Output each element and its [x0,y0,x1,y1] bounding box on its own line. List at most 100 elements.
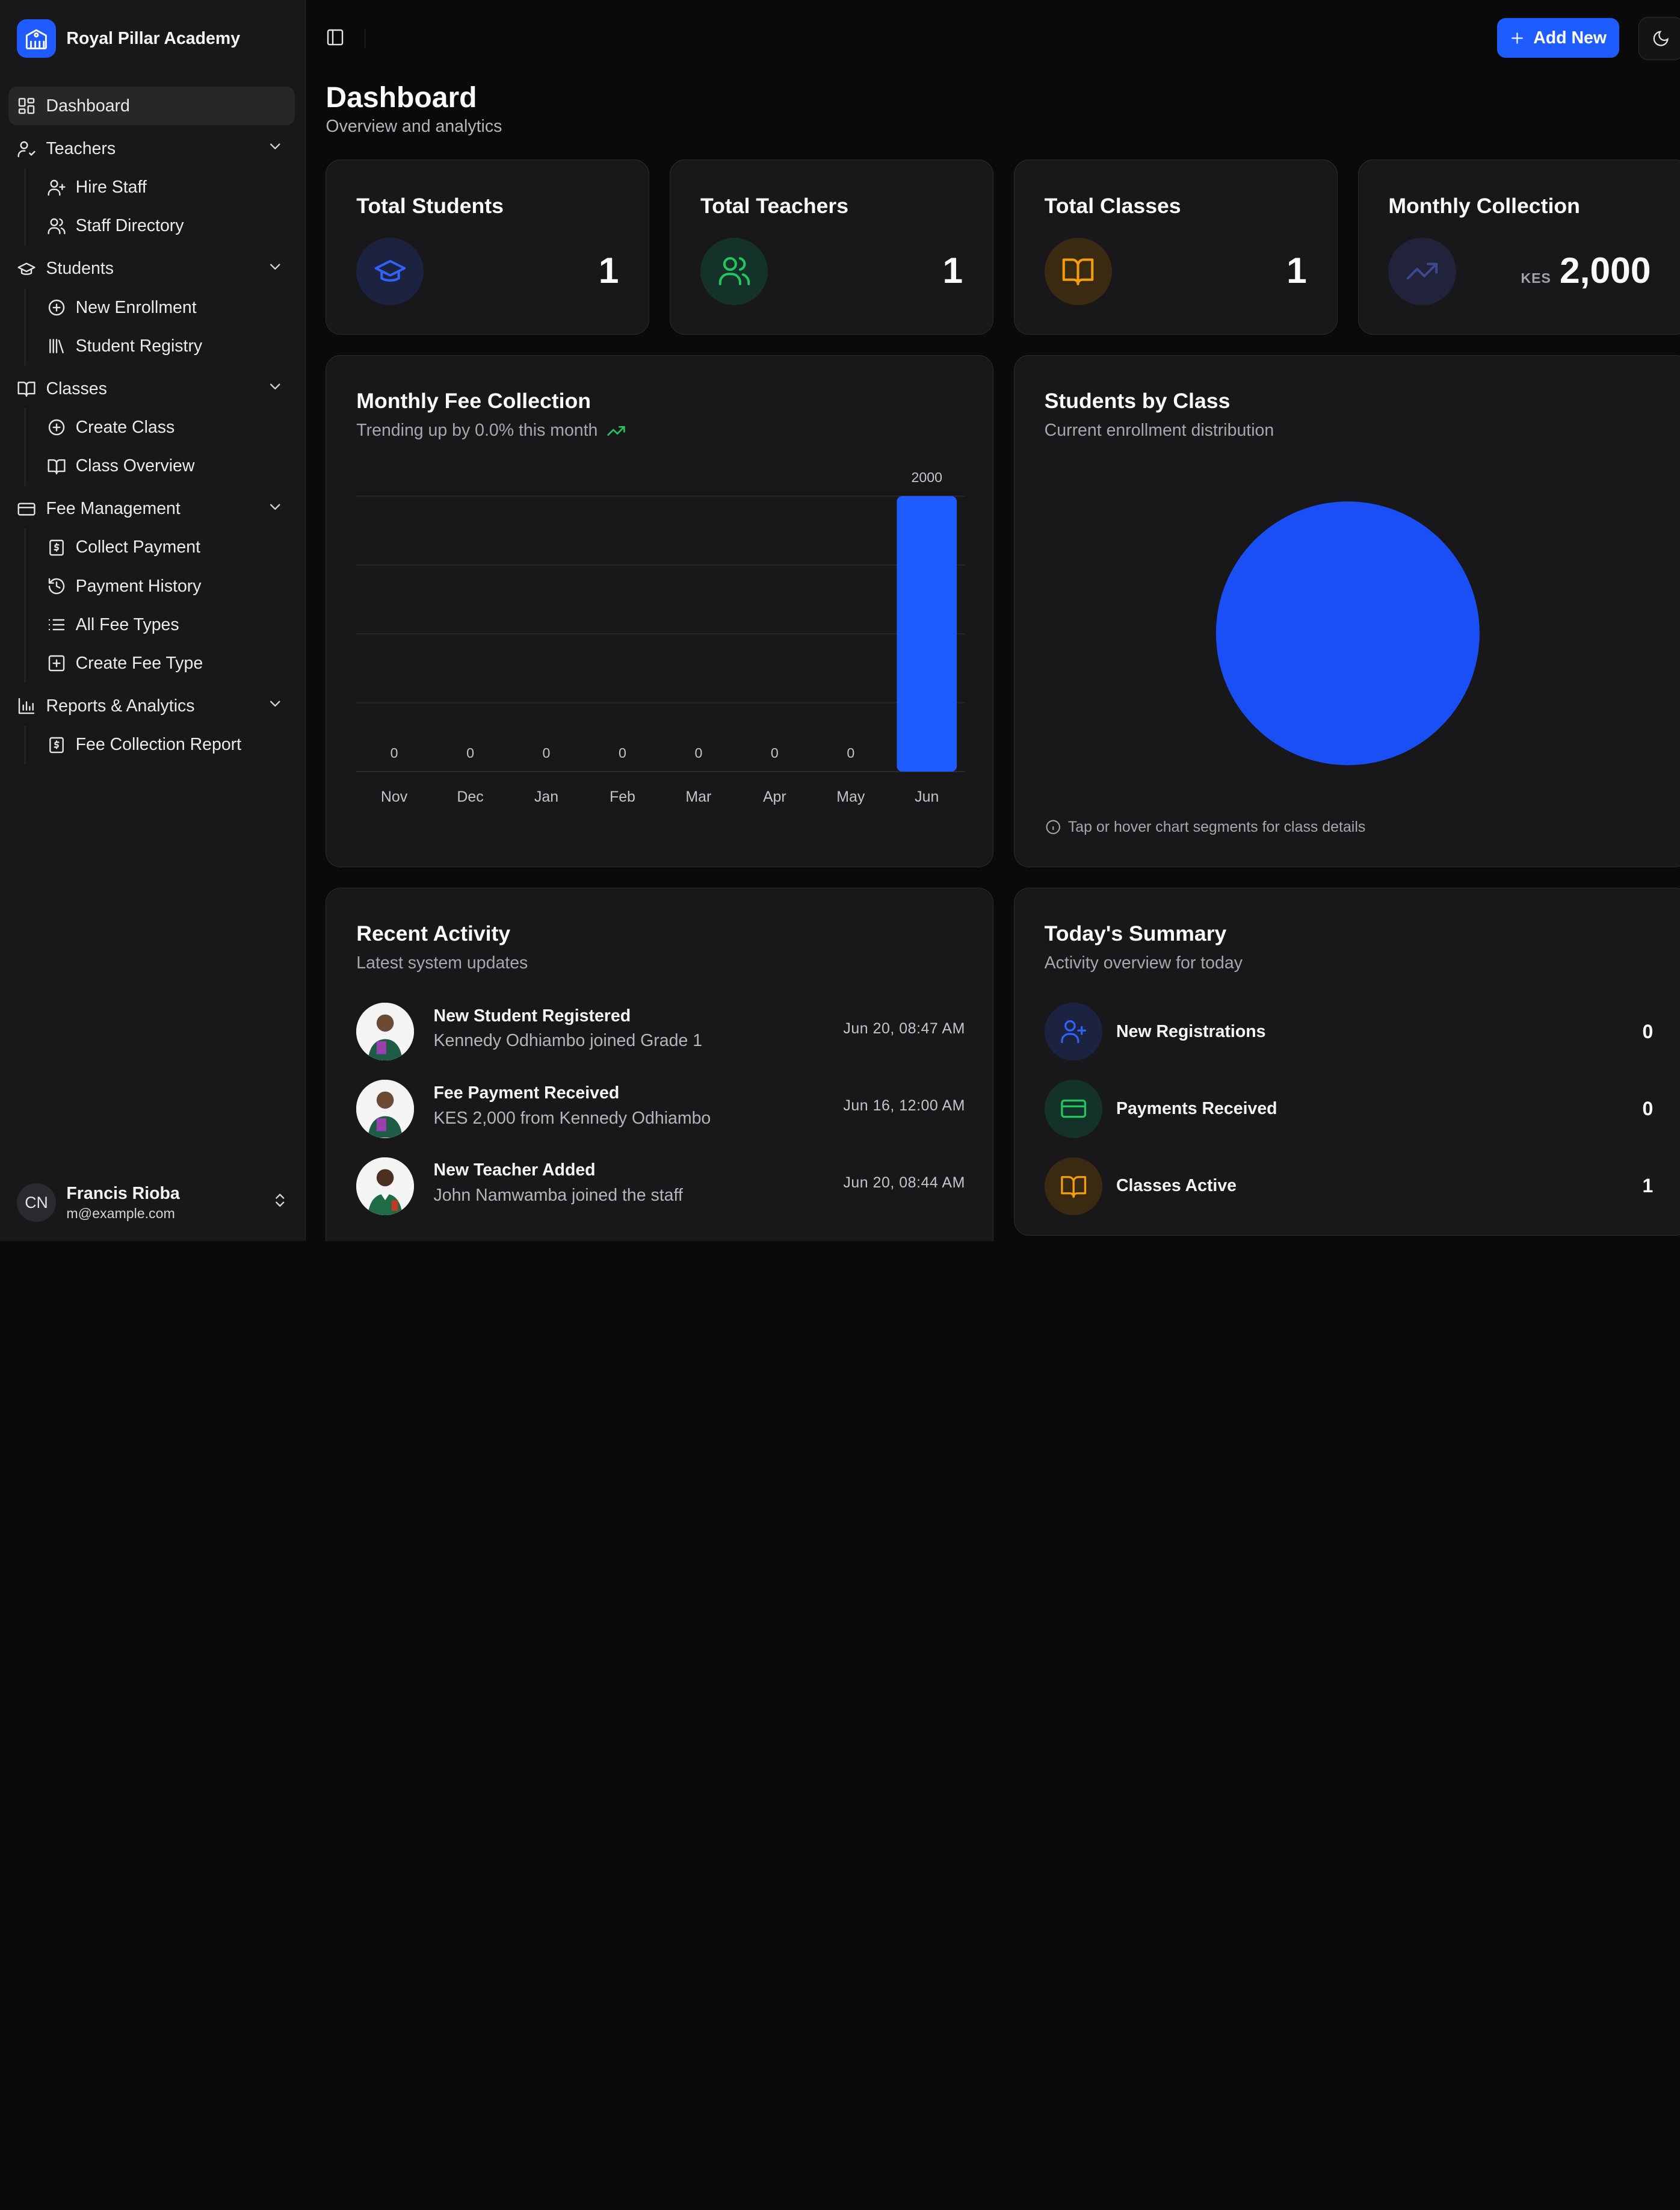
fee-subitems: Collect Payment Payment History All Fee … [24,528,295,683]
app-name: Royal Pillar Academy [66,28,241,48]
avatar [356,1003,415,1061]
data-label: 0 [619,744,626,760]
sidebar-item-hire-staff[interactable]: Hire Staff [38,169,294,207]
sidebar-item-all-fee-types[interactable]: All Fee Types [38,605,294,644]
card-subtitle: Latest system updates [356,953,528,973]
sidebar-item-staff-directory[interactable]: Staff Directory [38,207,294,246]
activity-time: Jun 16, 12:00 AM [843,1097,965,1114]
collection-amount: 2,000 [1560,250,1651,291]
x-tick-label: Jun [915,788,939,805]
book-open-icon [1044,1157,1102,1215]
x-tick-label: Jan [534,788,558,805]
dashboard-icon [17,96,36,116]
sidebar-group-reports[interactable]: Reports & Analytics [8,687,295,725]
card-subtitle: Activity overview for today [1044,953,1243,973]
avatar [356,1080,415,1138]
bar [897,495,957,772]
summary-label: Classes Active [1116,1176,1237,1196]
sidebar-nav: Dashboard Teachers Hire Staff Staff Dire… [8,87,295,764]
library-icon [47,336,66,356]
x-tick-label: Feb [610,788,635,805]
pie-slice[interactable] [1215,501,1480,765]
data-label: 0 [771,744,779,760]
students-subitems: New Enrollment Student Registry [24,288,295,366]
sidebar-item-class-overview[interactable]: Class Overview [38,447,294,486]
credit-card-icon [1044,1080,1102,1138]
plus-circle-icon [47,298,66,317]
stat-card-students: Total Students 1 [326,159,650,335]
moon-icon [1654,31,1669,46]
chevron-down-icon [267,498,283,520]
sidebar-item-payment-history[interactable]: Payment History [38,567,294,605]
user-plus-icon [1044,1003,1102,1061]
data-label: 0 [543,744,551,760]
users-icon [47,217,66,236]
activity-title: New Teacher Added [433,1160,596,1180]
sidebar-item-label: Fee Collection Report [75,735,242,755]
sidebar-item-collect-payment[interactable]: Collect Payment [38,528,294,567]
sidebar-item-dashboard[interactable]: Dashboard [8,87,295,126]
sidebar-group-fee-management[interactable]: Fee Management [8,490,295,528]
sidebar: Royal Pillar Academy Dashboard Teachers [0,0,306,1242]
activity-title: Fee Payment Received [433,1083,620,1103]
data-label: 0 [695,744,703,760]
summary-value: 0 [1642,1098,1654,1120]
user-check-icon [17,140,36,159]
credit-card-icon [17,500,36,519]
chevron-down-icon [267,695,283,717]
book-open-icon [1044,237,1112,305]
sidebar-item-create-fee-type[interactable]: Create Fee Type [38,644,294,682]
sidebar-item-label: Collect Payment [75,537,200,557]
class-chart-card: Students by Class Current enrollment dis… [1013,354,1680,867]
stat-title: Total Students [356,193,504,218]
sidebar-group-label: Fee Management [46,499,181,519]
plus-icon [1512,32,1523,44]
add-new-label: Add New [1533,28,1607,48]
list-item[interactable]: New Student Registered Kennedy Odhiambo … [356,1003,965,1080]
theme-toggle-button[interactable] [1638,17,1680,60]
bar-chart-icon [17,696,36,716]
x-tick-label: Apr [763,788,786,805]
sidebar-item-student-registry[interactable]: Student Registry [38,327,294,365]
card-title: Today's Summary [1044,921,1227,946]
brand[interactable]: Royal Pillar Academy [17,19,240,58]
stat-title: Total Classes [1044,193,1181,218]
classes-subitems: Create Class Class Overview [24,408,295,486]
currency-label: KES [1521,270,1551,286]
info-icon [1046,820,1060,835]
list-item[interactable]: Fee Payment Received KES 2,000 from Kenn… [356,1080,965,1157]
user-plus-icon [47,178,66,197]
plus-circle-icon [47,418,66,437]
add-new-button[interactable]: Add New [1497,18,1620,58]
activity-time: Jun 20, 08:47 AM [843,1020,965,1037]
x-tick-label: Dec [457,788,484,805]
sidebar-group-classes[interactable]: Classes [8,370,295,408]
sidebar-item-label: Student Registry [75,336,203,356]
sidebar-item-label: Class Overview [75,456,195,476]
sidebar-item-label: Hire Staff [75,178,147,197]
users-icon [700,237,768,305]
sidebar-item-label: All Fee Types [75,614,179,634]
reports-subitems: Fee Collection Report [24,725,295,764]
sidebar-item-fee-collection-report[interactable]: Fee Collection Report [38,726,294,764]
data-label: 0 [467,744,475,760]
hint-text: Tap or hover chart segments for class de… [1067,818,1366,835]
avatar: CN [17,1183,56,1222]
school-logo-icon [17,19,56,58]
sidebar-group-label: Teachers [46,139,116,159]
summary-value: 0 [1642,1020,1654,1042]
list-item[interactable]: New Teacher Added John Namwamba joined t… [356,1157,965,1234]
panel-left-icon [327,29,344,46]
user-email: m@example.com [66,1206,175,1222]
sidebar-group-teachers[interactable]: Teachers [8,129,295,168]
sidebar-item-create-class[interactable]: Create Class [38,408,294,447]
sidebar-group-students[interactable]: Students [8,250,295,288]
user-menu[interactable]: CN Francis Rioba m@example.com [17,1183,288,1222]
summary-label: Payments Received [1116,1099,1277,1119]
trending-up-icon [1388,237,1456,305]
list-icon [47,615,66,634]
sidebar-toggle-button[interactable] [326,28,347,49]
stat-value: 1 [1286,250,1307,291]
page-title: Dashboard [326,81,477,114]
sidebar-item-new-enrollment[interactable]: New Enrollment [38,288,294,327]
